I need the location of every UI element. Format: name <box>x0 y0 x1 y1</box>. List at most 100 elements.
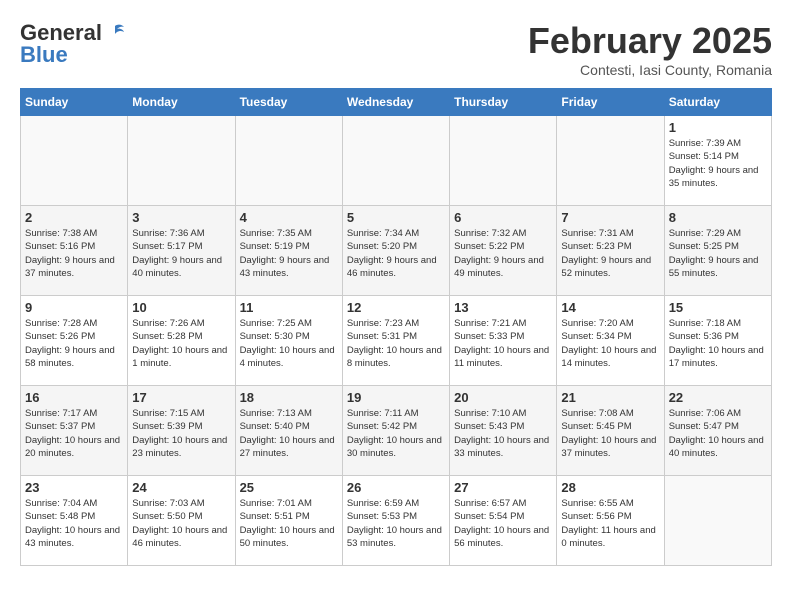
day-info: Sunrise: 7:17 AM Sunset: 5:37 PM Dayligh… <box>25 407 123 460</box>
calendar-cell: 15 Sunrise: 7:18 AM Sunset: 5:36 PM Dayli… <box>664 296 771 386</box>
calendar-cell: 25Sunrise: 7:01 AM Sunset: 5:51 PM Dayli… <box>235 476 342 566</box>
col-header-friday: Friday <box>557 89 664 116</box>
calendar-cell: 10 Sunrise: 7:26 AM Sunset: 5:28 PM Dayli… <box>128 296 235 386</box>
day-info: Sunrise: 7:13 AM Sunset: 5:40 PM Dayligh… <box>240 407 338 460</box>
calendar-cell: 7 Sunrise: 7:31 AM Sunset: 5:23 PM Daylig… <box>557 206 664 296</box>
calendar-cell: 4 Sunrise: 7:35 AM Sunset: 5:19 PM Daylig… <box>235 206 342 296</box>
calendar-cell <box>128 116 235 206</box>
day-number: 9 <box>25 300 123 315</box>
day-info: Sunrise: 7:08 AM Sunset: 5:45 PM Dayligh… <box>561 407 659 460</box>
day-info: Sunrise: 7:34 AM Sunset: 5:20 PM Dayligh… <box>347 227 445 280</box>
day-info: Sunrise: 7:39 AM Sunset: 5:14 PM Dayligh… <box>669 137 767 190</box>
calendar-cell: 27Sunrise: 6:57 AM Sunset: 5:54 PM Dayli… <box>450 476 557 566</box>
calendar-cell: 21 Sunrise: 7:08 AM Sunset: 5:45 PM Dayli… <box>557 386 664 476</box>
logo-bird-icon <box>104 22 126 44</box>
day-number: 8 <box>669 210 767 225</box>
calendar-cell: 11 Sunrise: 7:25 AM Sunset: 5:30 PM Dayli… <box>235 296 342 386</box>
day-number: 1 <box>669 120 767 135</box>
calendar-cell: 13Sunrise: 7:21 AM Sunset: 5:33 PM Dayli… <box>450 296 557 386</box>
calendar-cell: 5 Sunrise: 7:34 AM Sunset: 5:20 PM Daylig… <box>342 206 449 296</box>
calendar-cell: 26Sunrise: 6:59 AM Sunset: 5:53 PM Dayli… <box>342 476 449 566</box>
calendar-cell: 24 Sunrise: 7:03 AM Sunset: 5:50 PM Dayli… <box>128 476 235 566</box>
calendar-cell: 19 Sunrise: 7:11 AM Sunset: 5:42 PM Dayli… <box>342 386 449 476</box>
calendar-cell: 1 Sunrise: 7:39 AM Sunset: 5:14 PM Daylig… <box>664 116 771 206</box>
day-number: 10 <box>132 300 230 315</box>
day-number: 3 <box>132 210 230 225</box>
day-info: Sunrise: 7:01 AM Sunset: 5:51 PM Dayligh… <box>240 497 338 550</box>
calendar-cell <box>21 116 128 206</box>
calendar-cell <box>450 116 557 206</box>
day-info: Sunrise: 7:20 AM Sunset: 5:34 PM Dayligh… <box>561 317 659 370</box>
location: Contesti, Iasi County, Romania <box>528 62 772 78</box>
day-number: 22 <box>669 390 767 405</box>
day-info: Sunrise: 7:10 AM Sunset: 5:43 PM Dayligh… <box>454 407 552 460</box>
day-info: Sunrise: 7:32 AM Sunset: 5:22 PM Dayligh… <box>454 227 552 280</box>
col-header-sunday: Sunday <box>21 89 128 116</box>
day-number: 21 <box>561 390 659 405</box>
day-info: Sunrise: 7:28 AM Sunset: 5:26 PM Dayligh… <box>25 317 123 370</box>
day-number: 7 <box>561 210 659 225</box>
day-info: Sunrise: 7:03 AM Sunset: 5:50 PM Dayligh… <box>132 497 230 550</box>
calendar-cell: 22Sunrise: 7:06 AM Sunset: 5:47 PM Dayli… <box>664 386 771 476</box>
calendar-week-row: 16Sunrise: 7:17 AM Sunset: 5:37 PM Dayli… <box>21 386 772 476</box>
day-number: 20 <box>454 390 552 405</box>
day-number: 11 <box>240 300 338 315</box>
month-title: February 2025 <box>528 20 772 62</box>
calendar-cell: 16Sunrise: 7:17 AM Sunset: 5:37 PM Dayli… <box>21 386 128 476</box>
day-number: 6 <box>454 210 552 225</box>
title-block: February 2025 Contesti, Iasi County, Rom… <box>528 20 772 78</box>
calendar-cell: 9 Sunrise: 7:28 AM Sunset: 5:26 PM Daylig… <box>21 296 128 386</box>
day-number: 17 <box>132 390 230 405</box>
day-info: Sunrise: 7:38 AM Sunset: 5:16 PM Dayligh… <box>25 227 123 280</box>
calendar-cell: 18 Sunrise: 7:13 AM Sunset: 5:40 PM Dayli… <box>235 386 342 476</box>
day-info: Sunrise: 7:21 AM Sunset: 5:33 PM Dayligh… <box>454 317 552 370</box>
col-header-monday: Monday <box>128 89 235 116</box>
calendar-cell: 17 Sunrise: 7:15 AM Sunset: 5:39 PM Dayli… <box>128 386 235 476</box>
day-number: 2 <box>25 210 123 225</box>
calendar-cell: 28 Sunrise: 6:55 AM Sunset: 5:56 PM Dayli… <box>557 476 664 566</box>
col-header-wednesday: Wednesday <box>342 89 449 116</box>
calendar-cell: 3 Sunrise: 7:36 AM Sunset: 5:17 PM Daylig… <box>128 206 235 296</box>
col-header-thursday: Thursday <box>450 89 557 116</box>
col-header-saturday: Saturday <box>664 89 771 116</box>
day-info: Sunrise: 7:36 AM Sunset: 5:17 PM Dayligh… <box>132 227 230 280</box>
logo: General Blue <box>20 20 128 68</box>
calendar-cell: 23 Sunrise: 7:04 AM Sunset: 5:48 PM Dayli… <box>21 476 128 566</box>
day-info: Sunrise: 7:26 AM Sunset: 5:28 PM Dayligh… <box>132 317 230 370</box>
calendar-table: SundayMondayTuesdayWednesdayThursdayFrid… <box>20 88 772 566</box>
day-info: Sunrise: 7:04 AM Sunset: 5:48 PM Dayligh… <box>25 497 123 550</box>
day-number: 19 <box>347 390 445 405</box>
calendar-cell: 14 Sunrise: 7:20 AM Sunset: 5:34 PM Dayli… <box>557 296 664 386</box>
day-number: 14 <box>561 300 659 315</box>
calendar-cell: 2 Sunrise: 7:38 AM Sunset: 5:16 PM Daylig… <box>21 206 128 296</box>
day-info: Sunrise: 7:31 AM Sunset: 5:23 PM Dayligh… <box>561 227 659 280</box>
calendar-week-row: 23 Sunrise: 7:04 AM Sunset: 5:48 PM Dayli… <box>21 476 772 566</box>
day-number: 15 <box>669 300 767 315</box>
calendar-week-row: 2 Sunrise: 7:38 AM Sunset: 5:16 PM Daylig… <box>21 206 772 296</box>
day-info: Sunrise: 7:29 AM Sunset: 5:25 PM Dayligh… <box>669 227 767 280</box>
day-info: Sunrise: 6:55 AM Sunset: 5:56 PM Dayligh… <box>561 497 659 550</box>
calendar-cell: 12Sunrise: 7:23 AM Sunset: 5:31 PM Dayli… <box>342 296 449 386</box>
day-number: 4 <box>240 210 338 225</box>
calendar-cell <box>235 116 342 206</box>
calendar-cell: 6 Sunrise: 7:32 AM Sunset: 5:22 PM Daylig… <box>450 206 557 296</box>
col-header-tuesday: Tuesday <box>235 89 342 116</box>
day-info: Sunrise: 7:35 AM Sunset: 5:19 PM Dayligh… <box>240 227 338 280</box>
day-number: 28 <box>561 480 659 495</box>
day-info: Sunrise: 6:57 AM Sunset: 5:54 PM Dayligh… <box>454 497 552 550</box>
day-info: Sunrise: 7:15 AM Sunset: 5:39 PM Dayligh… <box>132 407 230 460</box>
calendar-cell <box>557 116 664 206</box>
day-info: Sunrise: 7:18 AM Sunset: 5:36 PM Dayligh… <box>669 317 767 370</box>
day-info: Sunrise: 7:25 AM Sunset: 5:30 PM Dayligh… <box>240 317 338 370</box>
day-number: 5 <box>347 210 445 225</box>
day-number: 24 <box>132 480 230 495</box>
calendar-week-row: 1 Sunrise: 7:39 AM Sunset: 5:14 PM Daylig… <box>21 116 772 206</box>
calendar-header-row: SundayMondayTuesdayWednesdayThursdayFrid… <box>21 89 772 116</box>
day-number: 23 <box>25 480 123 495</box>
logo-text: General Blue <box>20 20 128 68</box>
calendar-cell <box>342 116 449 206</box>
calendar-cell: 20 Sunrise: 7:10 AM Sunset: 5:43 PM Dayli… <box>450 386 557 476</box>
day-number: 18 <box>240 390 338 405</box>
day-info: Sunrise: 7:11 AM Sunset: 5:42 PM Dayligh… <box>347 407 445 460</box>
day-info: Sunrise: 7:23 AM Sunset: 5:31 PM Dayligh… <box>347 317 445 370</box>
